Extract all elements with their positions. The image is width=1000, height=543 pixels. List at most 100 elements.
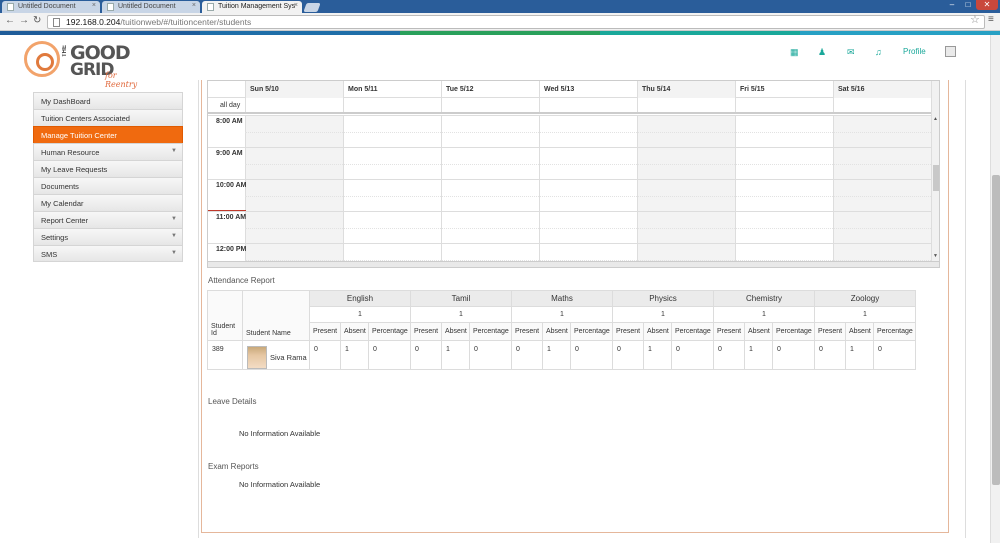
reload-icon[interactable]: ↻: [33, 15, 41, 26]
sidebar-item-my-dashboard[interactable]: My DashBoard: [33, 92, 183, 109]
allday-cell[interactable]: [735, 98, 833, 112]
calendar-hour-row: 12:00 PM: [208, 243, 931, 261]
sidebar-item-label: Manage Tuition Center: [41, 131, 117, 140]
column-header-present: Present: [814, 322, 846, 341]
profile-link[interactable]: Profile: [903, 47, 926, 56]
student-id-cell: 389: [207, 340, 243, 370]
sidebar-item-human-resource[interactable]: Human Resource ▼: [33, 143, 183, 160]
maximize-icon[interactable]: □: [960, 0, 976, 10]
week-calendar: Sun 5/10 Mon 5/11 Tue 5/12 Wed 5/13 Thu 5/14…: [207, 80, 940, 262]
sidebar-item-sms[interactable]: SMS ▼: [33, 245, 183, 262]
sidebar-item-tuition-centers-associated[interactable]: Tuition Centers Associated: [33, 109, 183, 126]
hour-label: 10:00 AM: [216, 182, 247, 189]
sidebar-item-my-calendar[interactable]: My Calendar: [33, 194, 183, 211]
calendar-day-header[interactable]: Sat 5/16: [833, 81, 931, 98]
attendance-value-cell: 1: [744, 340, 773, 370]
calendar-scrollbar[interactable]: ▲ ▼: [931, 81, 939, 261]
sidebar-item-documents[interactable]: Documents: [33, 177, 183, 194]
hour-label: 8:00 AM: [216, 118, 243, 125]
sidebar-item-my-leave-requests[interactable]: My Leave Requests: [33, 160, 183, 177]
calendar-day-header[interactable]: Sun 5/10: [245, 81, 343, 98]
calendar-day-header[interactable]: Wed 5/13: [539, 81, 637, 98]
hour-label: 12:00 PM: [216, 246, 247, 253]
leave-details-title: Leave Details: [208, 397, 257, 406]
address-bar[interactable]: 192.168.0.204/tuitionweb/#/tuitioncenter…: [47, 15, 985, 29]
sidebar-item-label: Tuition Centers Associated: [41, 114, 130, 123]
calendar-day-header[interactable]: Fri 5/15: [735, 81, 833, 98]
allday-cell[interactable]: [441, 98, 539, 112]
calendar-header: Sun 5/10 Mon 5/11 Tue 5/12 Wed 5/13 Thu 5/14…: [208, 81, 931, 98]
student-name[interactable]: Siva Rama: [270, 353, 307, 362]
column-header-percentage: Percentage: [570, 322, 613, 341]
page-scroll-thumb[interactable]: [992, 175, 1000, 485]
new-tab-button[interactable]: [303, 3, 321, 12]
page-scrollbar[interactable]: [990, 35, 1000, 543]
document-icon: [207, 3, 214, 11]
forward-icon[interactable]: →: [19, 15, 29, 26]
sidebar-item-label: My Leave Requests: [41, 165, 108, 174]
current-time-indicator: [208, 210, 246, 211]
grid-icon[interactable]: ▦: [790, 47, 799, 58]
logo[interactable]: THE GOOD GRID for Reentry: [24, 40, 144, 89]
sidebar-item-settings[interactable]: Settings ▼: [33, 228, 183, 245]
scroll-down-icon[interactable]: ▼: [933, 253, 938, 259]
calendar-day-header[interactable]: Thu 5/14: [637, 81, 735, 98]
sidebar-item-label: My Calendar: [41, 199, 84, 208]
attendance-value-cell: 1: [643, 340, 672, 370]
calendar-hour-row: 8:00 AM: [208, 115, 931, 147]
sidebar-item-manage-tuition-center[interactable]: Manage Tuition Center: [33, 126, 183, 143]
document-icon: [7, 3, 14, 11]
bell-icon[interactable]: ♫: [875, 47, 882, 57]
attendance-value-cell: 0: [368, 340, 411, 370]
chevron-down-icon: ▼: [171, 148, 177, 154]
avatar[interactable]: [945, 46, 956, 57]
hour-label: 11:00 AM: [216, 214, 247, 221]
allday-cell[interactable]: [539, 98, 637, 112]
tab-close-icon[interactable]: ×: [294, 2, 298, 9]
browser-tab-bar: Untitled Document × Untitled Document × …: [0, 0, 1000, 13]
mail-icon[interactable]: ✉: [847, 47, 855, 58]
tab-close-icon[interactable]: ×: [92, 2, 96, 9]
sidebar-item-label: SMS: [41, 250, 58, 259]
calendar-day-header[interactable]: Tue 5/12: [441, 81, 539, 98]
leave-empty-text: No Information Available: [239, 429, 321, 438]
column-header-present: Present: [309, 322, 341, 341]
allday-cell[interactable]: [343, 98, 441, 112]
column-header-percentage: Percentage: [772, 322, 815, 341]
url-path: /tuitionweb/#/tuitioncenter/students: [120, 17, 252, 27]
column-header-percentage: Percentage: [368, 322, 411, 341]
users-icon[interactable]: ♟: [818, 47, 826, 58]
column-header-percentage: Percentage: [873, 322, 916, 341]
back-icon[interactable]: ←: [5, 15, 15, 26]
attendance-title: Attendance Report: [208, 276, 275, 285]
app-header: THE GOOD GRID for Reentry ▦ ♟ ✉ ♫ Profil…: [0, 35, 990, 89]
subject-header: Zoology: [814, 290, 916, 307]
attendance-value-cell: 0: [570, 340, 613, 370]
column-header-absent: Absent: [744, 322, 773, 341]
browser-menu-icon[interactable]: ≡: [988, 14, 994, 25]
browser-tab-active[interactable]: Tuition Management Sys ×: [202, 1, 302, 13]
bookmark-star-icon[interactable]: ☆: [970, 13, 980, 26]
student-name-cell[interactable]: Siva Rama: [242, 340, 310, 370]
attendance-value-cell: 0: [873, 340, 916, 370]
sidebar-item-label: Report Center: [41, 216, 89, 225]
allday-cell[interactable]: [245, 98, 343, 112]
sidebar-item-report-center[interactable]: Report Center ▼: [33, 211, 183, 228]
half-hour-line: [245, 260, 931, 261]
student-name-header: Student Name: [242, 290, 310, 341]
window-close-icon[interactable]: ✕: [976, 0, 998, 10]
tab-close-icon[interactable]: ×: [192, 2, 196, 9]
browser-tab[interactable]: Untitled Document ×: [102, 1, 200, 13]
tab-title: Untitled Document: [18, 3, 76, 10]
browser-tab[interactable]: Untitled Document ×: [2, 1, 100, 13]
browser-toolbar: ← → ↻ 192.168.0.204/tuitionweb/#/tuition…: [0, 13, 1000, 31]
calendar-day-header[interactable]: Mon 5/11: [343, 81, 441, 98]
calendar-hour-row: 10:00 AM: [208, 179, 931, 211]
column-header-absent: Absent: [845, 322, 874, 341]
scroll-up-icon[interactable]: ▲: [933, 116, 938, 122]
calendar-scroll-thumb[interactable]: [933, 165, 939, 191]
allday-cell[interactable]: [833, 98, 931, 112]
minimize-icon[interactable]: –: [944, 0, 960, 10]
allday-cell[interactable]: [637, 98, 735, 112]
attendance-value-cell: 0: [410, 340, 442, 370]
